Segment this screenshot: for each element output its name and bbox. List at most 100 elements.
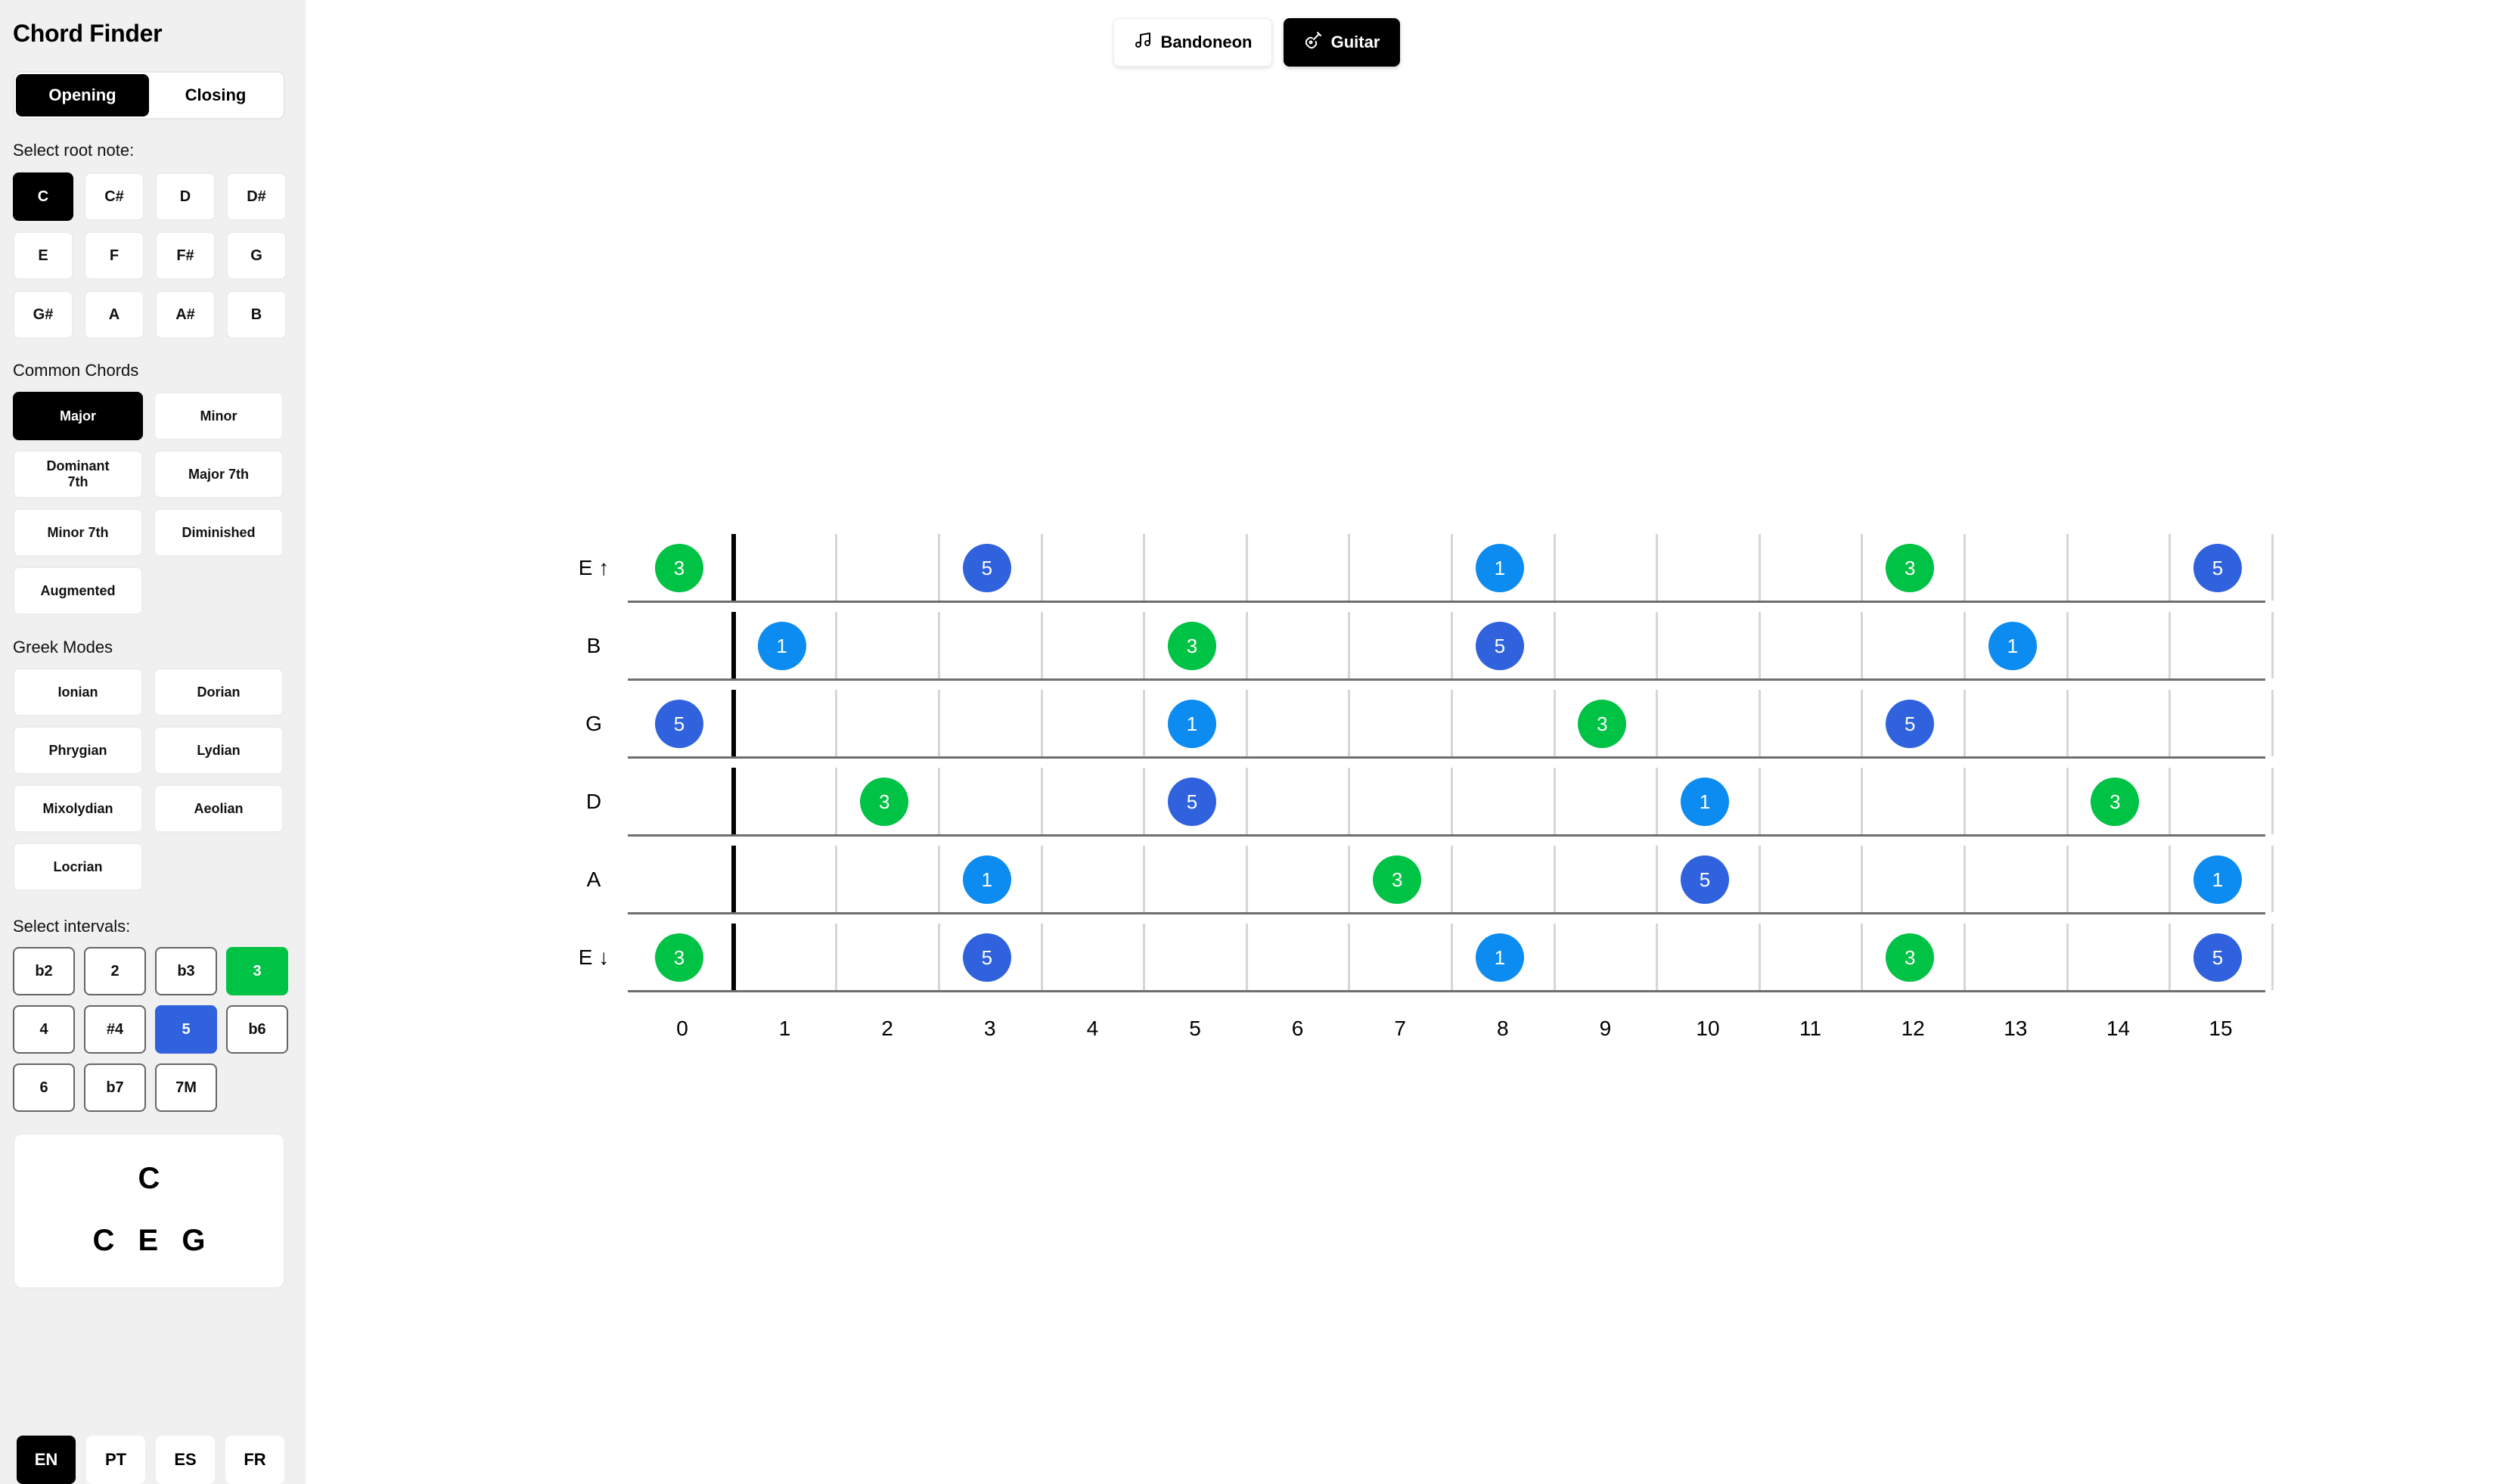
interval-button-5[interactable]: 5 <box>155 1005 217 1054</box>
fret-line <box>2168 534 2172 601</box>
fret-line <box>1245 924 1248 990</box>
nut-line <box>731 768 736 834</box>
interval-button-4[interactable]: 4 <box>13 1005 75 1054</box>
fret-line <box>1964 612 1966 678</box>
fret-number: 7 <box>1394 1017 1406 1040</box>
interval-button-b6[interactable]: b6 <box>226 1005 288 1054</box>
opening-button[interactable]: Opening <box>16 74 149 116</box>
language-button-en[interactable]: EN <box>17 1436 76 1484</box>
mode-button-ionian[interactable]: Ionian <box>13 668 143 716</box>
fret-line <box>1143 768 1146 834</box>
fret-line <box>1656 534 1659 601</box>
root-note-button-g[interactable]: G <box>226 231 287 280</box>
fret-line <box>2066 690 2069 756</box>
interval-button-sharp-4[interactable]: #4 <box>84 1005 146 1054</box>
note-marker: 3 <box>2091 778 2140 826</box>
root-note-button-f-sharp[interactable]: F# <box>155 231 216 280</box>
fret-line <box>1861 768 1864 834</box>
root-note-button-c[interactable]: C <box>13 172 73 221</box>
interval-button-3[interactable]: 3 <box>226 947 288 995</box>
mode-button-aeolian[interactable]: Aeolian <box>154 784 284 833</box>
root-note-button-c-sharp[interactable]: C# <box>84 172 144 221</box>
fret-number: 10 <box>1696 1017 1720 1040</box>
chord-button-augmented[interactable]: Augmented <box>13 567 143 615</box>
mode-button-lydian[interactable]: Lydian <box>154 726 284 775</box>
chord-button-minor[interactable]: Minor <box>154 392 284 440</box>
language-button-es[interactable]: ES <box>156 1436 215 1484</box>
note-marker: 5 <box>2193 933 2242 982</box>
string-label: D <box>585 790 602 813</box>
fret-line <box>938 768 940 834</box>
mode-button-mixolydian[interactable]: Mixolydian <box>13 784 143 833</box>
fret-line <box>1758 768 1761 834</box>
language-button-pt[interactable]: PT <box>86 1436 145 1484</box>
sidebar: Chord Finder Opening Closing Select root… <box>0 0 306 1484</box>
string-line <box>628 601 2265 603</box>
root-note-button-f[interactable]: F <box>84 231 144 280</box>
fret-line <box>1040 612 1043 678</box>
fret-number: 8 <box>1497 1017 1509 1040</box>
chord-button-major[interactable]: Major <box>13 392 143 440</box>
interval-button-b3[interactable]: b3 <box>155 947 217 995</box>
string-label: E ↑ <box>578 556 610 579</box>
note-marker: 1 <box>1475 544 1524 592</box>
mode-button-locrian[interactable]: Locrian <box>13 843 143 891</box>
greek-modes-label: Greek Modes <box>13 638 113 657</box>
string-line <box>628 912 2265 914</box>
language-switcher: EN PT ES FR <box>17 1436 284 1484</box>
root-note-button-a-sharp[interactable]: A# <box>155 290 216 339</box>
intervals-label: Select intervals: <box>13 917 131 936</box>
fret-number: 3 <box>984 1017 996 1040</box>
interval-button-b2[interactable]: b2 <box>13 947 75 995</box>
fret-line <box>1348 768 1351 834</box>
app-title: Chord Finder <box>13 20 163 47</box>
fret-line <box>2271 690 2274 756</box>
string-line <box>628 678 2265 681</box>
intervals-grid: b2 2 b3 3 4 #4 5 b6 6 b7 7M <box>13 947 288 1112</box>
note-marker: 5 <box>1168 778 1216 826</box>
chord-button-minor-7th[interactable]: Minor 7th <box>13 508 143 557</box>
string-label: E ↓ <box>578 945 610 969</box>
language-button-fr[interactable]: FR <box>225 1436 284 1484</box>
root-note-button-e[interactable]: E <box>13 231 73 280</box>
fret-line <box>1040 846 1043 912</box>
interval-button-6[interactable]: 6 <box>13 1063 75 1112</box>
note-marker: 5 <box>962 544 1011 592</box>
common-chords-grid: Major Minor Dominant 7th Major 7th Minor… <box>13 392 284 615</box>
root-note-button-d-sharp[interactable]: D# <box>226 172 287 221</box>
root-note-button-g-sharp[interactable]: G# <box>13 290 73 339</box>
common-chords-label: Common Chords <box>13 361 139 380</box>
fret-number: 14 <box>2106 1017 2130 1040</box>
chord-notes: C E G <box>14 1224 284 1258</box>
note-marker: 1 <box>1168 700 1216 748</box>
note-marker: 1 <box>1681 778 1729 826</box>
fret-line <box>1143 612 1146 678</box>
fret-line <box>2168 924 2172 990</box>
chord-button-diminished[interactable]: Diminished <box>154 508 284 557</box>
fret-number: 15 <box>2209 1017 2233 1040</box>
mode-button-dorian[interactable]: Dorian <box>154 668 284 716</box>
fret-line <box>1451 612 1453 678</box>
bandoneon-label: Bandoneon <box>1160 33 1253 51</box>
chord-button-dominant-7th[interactable]: Dominant 7th <box>13 450 143 498</box>
interval-button-b7[interactable]: b7 <box>84 1063 146 1112</box>
root-note-button-a[interactable]: A <box>84 290 144 339</box>
nut-line <box>731 534 736 601</box>
greek-modes-grid: Ionian Dorian Phrygian Lydian Mixolydian… <box>13 668 284 891</box>
music-note-icon <box>1134 31 1152 54</box>
closing-button[interactable]: Closing <box>149 74 282 116</box>
root-note-button-b[interactable]: B <box>226 290 287 339</box>
root-note-button-d[interactable]: D <box>155 172 216 221</box>
bandoneon-button[interactable]: Bandoneon <box>1113 18 1272 67</box>
fret-number: 1 <box>778 1017 791 1040</box>
chord-button-major-7th[interactable]: Major 7th <box>154 450 284 498</box>
mode-button-phrygian[interactable]: Phrygian <box>13 726 143 775</box>
fret-line <box>1553 768 1556 834</box>
fret-line <box>1656 924 1659 990</box>
note-marker: 1 <box>962 855 1011 904</box>
fret-line <box>1964 924 1966 990</box>
interval-button-7m[interactable]: 7M <box>155 1063 217 1112</box>
guitar-button[interactable]: Guitar <box>1284 18 1400 67</box>
fret-line <box>2271 612 2274 678</box>
interval-button-2[interactable]: 2 <box>84 947 146 995</box>
